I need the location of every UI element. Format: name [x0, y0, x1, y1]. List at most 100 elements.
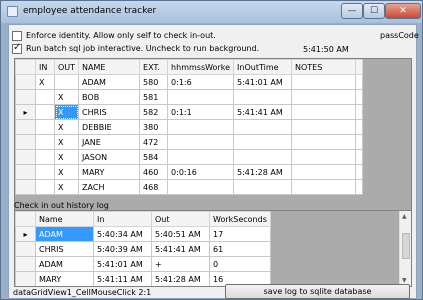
row-header[interactable]	[15, 89, 36, 105]
cell-notes[interactable]	[291, 74, 357, 90]
cell-ext[interactable]: 584	[139, 149, 169, 165]
row-header[interactable]	[15, 256, 36, 272]
history-grid[interactable]: Name In Out WorkSeconds ▸ ADAM 5:40:34 AM 5:40…	[14, 210, 412, 287]
column-header[interactable]: EXT.	[139, 59, 169, 75]
cell-worked[interactable]	[167, 89, 235, 105]
table-row[interactable]: X BOB 581	[15, 89, 364, 105]
cell-name[interactable]: BOB	[78, 89, 141, 105]
cell-worked[interactable]	[167, 149, 235, 165]
cell-out[interactable]: 5:41:28 AM	[151, 271, 210, 286]
row-header[interactable]: ▸	[15, 104, 36, 120]
cell-name[interactable]: DEBBIE	[78, 119, 141, 135]
cell-out[interactable]: +	[151, 256, 210, 272]
column-header[interactable]: IN	[35, 59, 55, 75]
cell-inout[interactable]	[233, 179, 293, 195]
cell-in[interactable]: X	[35, 74, 55, 90]
cell-ext[interactable]: 581	[139, 89, 169, 105]
cell-in[interactable]	[35, 179, 55, 195]
scroll-up-icon[interactable]: ▲	[402, 213, 407, 220]
cell-worked[interactable]: 0:1:6	[167, 74, 235, 90]
cell-name[interactable]: MARY	[78, 164, 141, 180]
maximize-button[interactable]: ☐	[363, 3, 385, 19]
title-bar[interactable]: employee attendance tracker — ☐ ✕	[1, 1, 422, 23]
cell-name[interactable]: CHRIS	[78, 104, 141, 120]
cell-out[interactable]: 5:40:51 AM	[151, 226, 210, 242]
row-header[interactable]	[15, 179, 36, 195]
cell-worked[interactable]	[167, 179, 235, 195]
row-header[interactable]	[15, 271, 36, 286]
cell-notes[interactable]	[291, 119, 357, 135]
cell-notes[interactable]	[291, 164, 357, 180]
cell-notes[interactable]	[291, 89, 357, 105]
cell-ext[interactable]: 468	[139, 179, 169, 195]
column-header[interactable]: hhmmssWorke	[167, 59, 235, 75]
table-row[interactable]: ▸ X CHRIS 582 0:1:1 5:41:41 AM	[15, 104, 364, 120]
column-header[interactable]: OUT	[53, 59, 80, 75]
table-row[interactable]: X MARY 460 0:0:16 5:41:28 AM	[15, 164, 364, 180]
cell-in[interactable]	[35, 164, 55, 180]
table-row[interactable]: X JANE 472	[15, 134, 364, 150]
cell-seconds[interactable]: 0	[209, 256, 271, 272]
batch-job-option[interactable]: Run batch sql job interactive. Uncheck t…	[12, 42, 259, 55]
cell-in[interactable]: 5:41:01 AM	[93, 256, 152, 272]
column-header[interactable]: NOTES	[291, 59, 357, 75]
cell-in[interactable]	[35, 119, 55, 135]
cell-inout[interactable]: 5:41:41 AM	[233, 104, 293, 120]
cell-name[interactable]: JASON	[78, 149, 141, 165]
cell-ext[interactable]: 472	[139, 134, 169, 150]
cell-ext[interactable]: 582	[139, 104, 169, 120]
close-button[interactable]: ✕	[385, 3, 421, 19]
column-header[interactable]: Name	[35, 211, 94, 227]
cell-notes[interactable]	[291, 104, 357, 120]
cell-out[interactable]	[53, 74, 80, 90]
cell-name[interactable]: ADAM	[35, 256, 94, 272]
cell-notes[interactable]	[291, 179, 357, 195]
cell-out[interactable]: X	[53, 104, 80, 120]
table-row[interactable]: ▸ ADAM 5:40:34 AM 5:40:51 AM 17	[15, 226, 271, 242]
table-row[interactable]: X ZACH 468	[15, 179, 364, 195]
cell-name[interactable]: CHRIS	[35, 241, 94, 257]
cell-in[interactable]	[35, 134, 55, 150]
cell-inout[interactable]	[233, 134, 293, 150]
cell-worked[interactable]: 0:1:1	[167, 104, 235, 120]
cell-inout[interactable]	[233, 119, 293, 135]
cell-name[interactable]: ADAM	[35, 226, 94, 242]
cell-ext[interactable]: 580	[139, 74, 169, 90]
cell-worked[interactable]	[167, 119, 235, 135]
cell-out[interactable]: X	[53, 149, 80, 165]
row-header[interactable]	[15, 164, 36, 180]
cell-out[interactable]: X	[53, 134, 80, 150]
save-log-button[interactable]: save log to sqlite database	[225, 284, 410, 299]
row-header[interactable]	[15, 119, 36, 135]
cell-name[interactable]: JANE	[78, 134, 141, 150]
table-row[interactable]: X ADAM 580 0:1:6 5:41:01 AM	[15, 74, 364, 90]
cell-out[interactable]: 5:41:41 AM	[151, 241, 210, 257]
table-row[interactable]: X DEBBIE 380	[15, 119, 364, 135]
cell-out[interactable]: X	[53, 119, 80, 135]
row-header[interactable]	[15, 149, 36, 165]
cell-in[interactable]	[35, 104, 55, 120]
batch-job-checkbox[interactable]	[12, 42, 22, 54]
employees-grid[interactable]: IN OUT NAME EXT. hhmmssWorke InOutTime NOTES X…	[14, 58, 412, 211]
scroll-down-icon[interactable]: ▼	[402, 277, 407, 284]
cell-name[interactable]: ADAM	[78, 74, 141, 90]
cell-in[interactable]	[35, 149, 55, 165]
column-header[interactable]: In	[93, 211, 152, 227]
cell-worked[interactable]	[167, 134, 235, 150]
cell-name[interactable]: ZACH	[78, 179, 141, 195]
cell-seconds[interactable]: 61	[209, 241, 271, 257]
cell-ext[interactable]: 380	[139, 119, 169, 135]
minimize-button[interactable]: —	[341, 3, 363, 19]
table-row[interactable]: X JASON 584	[15, 149, 364, 165]
cell-inout[interactable]	[233, 89, 293, 105]
cell-notes[interactable]	[291, 149, 357, 165]
row-header[interactable]	[15, 74, 36, 90]
cell-out[interactable]: X	[53, 164, 80, 180]
enforce-identity-checkbox[interactable]	[12, 30, 22, 41]
row-header[interactable]	[15, 134, 36, 150]
scroll-thumb[interactable]	[402, 233, 410, 259]
table-row[interactable]: CHRIS 5:40:39 AM 5:41:41 AM 61	[15, 241, 271, 257]
cell-in[interactable]	[35, 89, 55, 105]
row-header[interactable]: ▸	[15, 226, 36, 242]
column-header[interactable]: InOutTime	[233, 59, 293, 75]
